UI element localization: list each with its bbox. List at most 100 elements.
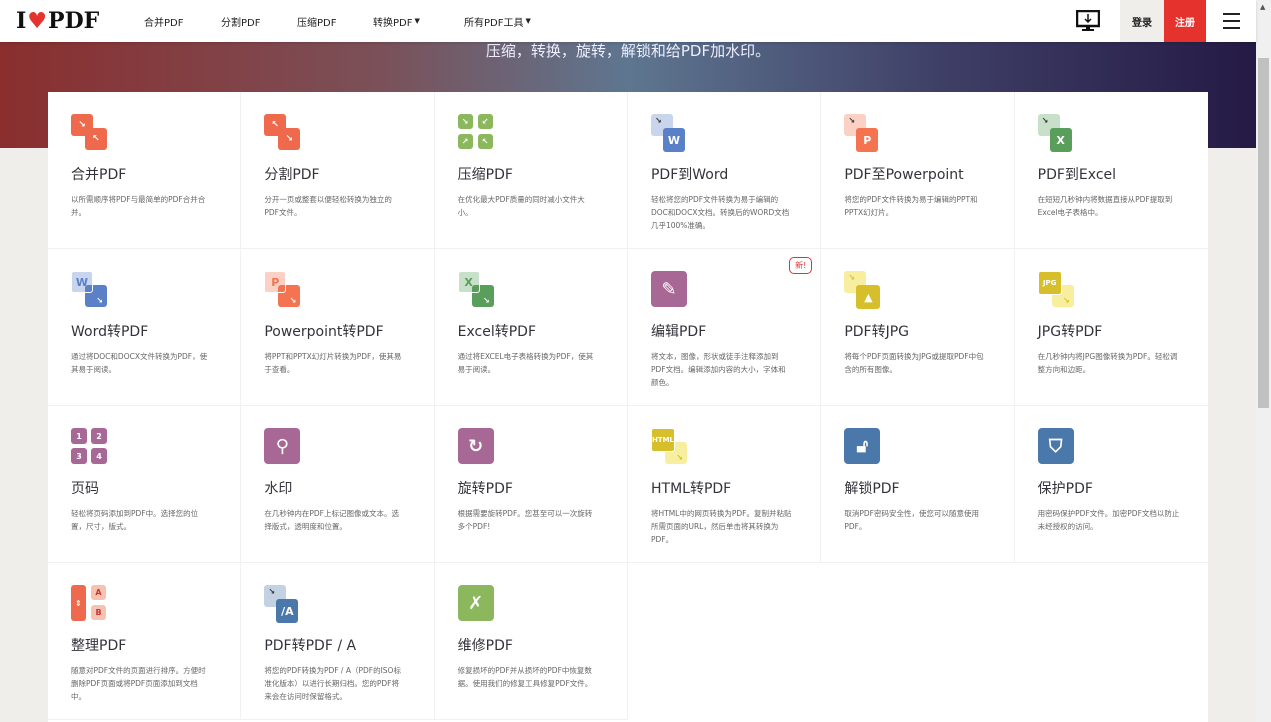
nav-convert-dropdown[interactable]: 转换PDF▼ (373, 0, 420, 42)
tool-title: 旋转PDF (458, 478, 605, 498)
tool-title: PDF到Word (651, 164, 798, 184)
tool-card[interactable]: ↘P PDF至Powerpoint 将您的PDF文件转换为易于编辑的PPT和PP… (821, 92, 1014, 249)
tool-card[interactable]: ↘HTML HTML转PDF 将HTML中的网页转换为PDF。复制并粘贴所需页面… (628, 406, 821, 563)
tool-description: 轻松将页码添加到PDF中。选择您的位置，尺寸，版式。 (71, 507, 218, 533)
pdfa-icon: ↘/A (264, 585, 300, 621)
tool-description: 通过将EXCEL电子表格转换为PDF，使其易于阅读。 (458, 350, 605, 376)
new-badge: 新! (789, 257, 812, 274)
tool-description: 在短短几秒钟内将数据直接从PDF提取到Excel电子表格中。 (1038, 193, 1186, 219)
tool-description: 根据需要旋转PDF。您甚至可以一次旋转多个PDF! (458, 507, 605, 533)
tool-card[interactable]: 🔓︎ 解锁PDF 取消PDF密码安全性，使您可以随意使用PDF。 (821, 406, 1014, 563)
excel-icon: ↘X (1038, 114, 1074, 150)
tool-title: Powerpoint转PDF (264, 321, 411, 341)
rotate-icon: ↻ (458, 428, 494, 464)
tool-title: 保护PDF (1038, 478, 1186, 498)
tool-description: 在几秒钟内在PDF上标记图像或文本。选择版式，透明度和位置。 (264, 507, 411, 533)
tool-card[interactable]: ↘W PDF到Word 轻松将您的PDF文件转换为易于编辑的DOC和DOCX文档… (628, 92, 821, 249)
ilovepdf-logo[interactable]: I♥PDF (16, 8, 99, 34)
html-icon: ↘HTML (651, 428, 687, 464)
tool-title: JPG转PDF (1038, 321, 1186, 341)
tool-title: Word转PDF (71, 321, 218, 341)
tool-card[interactable]: ↻ 旋转PDF 根据需要旋转PDF。您甚至可以一次旋转多个PDF! (435, 406, 628, 563)
nav-merge[interactable]: 合并PDF (144, 0, 183, 42)
tool-card[interactable]: 新! ✎ 编辑PDF 将文本，图像，形状或徒手注释添加到PDF文档。编辑添加内容… (628, 249, 821, 406)
tool-description: 将您的PDF文件转换为易于编辑的PPT和PPTX幻灯片。 (844, 193, 991, 219)
monitor-download-icon (1076, 10, 1100, 32)
nav-compress[interactable]: 压缩PDF (297, 0, 336, 42)
unlock-icon: 🔓︎ (844, 428, 880, 464)
tool-card[interactable]: ↘/A PDF转PDF / A 将您的PDF转换为PDF / A（PDF的ISO… (241, 563, 434, 720)
tool-description: 取消PDF密码安全性，使您可以随意使用PDF。 (844, 507, 991, 533)
organize-icon: ⇕AB (71, 585, 107, 621)
tool-title: 分割PDF (264, 164, 411, 184)
tool-description: 用密码保护PDF文件。加密PDF文档以防止未经授权的访问。 (1038, 507, 1186, 533)
tool-title: PDF到Excel (1038, 164, 1186, 184)
shield-icon: ⛉ (1038, 428, 1074, 464)
tool-title: 解锁PDF (844, 478, 991, 498)
tool-title: 页码 (71, 478, 218, 498)
tool-card[interactable]: ⇕AB 整理PDF 随意对PDF文件的页面进行排序。方便时删除PDF页面或将PD… (48, 563, 241, 720)
tool-description: 将文本，图像，形状或徒手注释添加到PDF文档。编辑添加内容的大小，字体和颜色。 (651, 350, 798, 389)
caret-down-icon: ▼ (525, 17, 530, 25)
powerpoint-icon: ↘P (844, 114, 880, 150)
caret-down-icon: ▼ (414, 17, 419, 25)
word-icon: ↘W (651, 114, 687, 150)
tool-card[interactable]: ↘X PDF到Excel 在短短几秒钟内将数据直接从PDF提取到Excel电子表… (1015, 92, 1208, 249)
compress-icon: ↘↙↗↖ (458, 114, 494, 150)
tool-description: 以所需顺序将PDF与最简单的PDF合并合并。 (71, 193, 218, 219)
tool-card[interactable]: ⚲ 水印 在几秒钟内在PDF上标记图像或文本。选择版式，透明度和位置。 (241, 406, 434, 563)
tool-card[interactable]: ↖↘ 分割PDF 分开一页或整套以便轻松转换为独立的PDF文件。 (241, 92, 434, 249)
top-header: I♥PDF 合并PDF 分割PDF 压缩PDF 转换PDF▼ 所有PDF工具▼ … (0, 0, 1256, 42)
hamburger-menu-icon[interactable] (1206, 0, 1256, 42)
signup-button[interactable]: 注册 (1164, 0, 1206, 42)
tool-card[interactable]: ↘↖ 合并PDF 以所需顺序将PDF与最简单的PDF合并合并。 (48, 92, 241, 249)
tool-description: 将HTML中的网页转换为PDF。复制并粘贴所需页面的URL，然后单击将其转换为P… (651, 507, 798, 546)
desktop-download-button[interactable] (1066, 0, 1110, 42)
tool-title: PDF转PDF / A (264, 635, 411, 655)
edit-icon: ✎ (651, 271, 687, 307)
tool-description: 修复损坏的PDF并从损坏的PDF中恢复数据。使用我们的修复工具修复PDF文件。 (458, 664, 605, 690)
tool-description: 分开一页或整套以便轻松转换为独立的PDF文件。 (264, 193, 411, 219)
tool-card[interactable]: ⛉ 保护PDF 用密码保护PDF文件。加密PDF文档以防止未经授权的访问。 (1015, 406, 1208, 563)
tool-description: 将PPT和PPTX幻灯片转换为PDF，使其易于查看。 (264, 350, 411, 376)
tool-card[interactable]: ↘JPG JPG转PDF 在几秒钟内将JPG图像转换为PDF。轻松调整方向和边距… (1015, 249, 1208, 406)
tool-title: 整理PDF (71, 635, 218, 655)
nav-split[interactable]: 分割PDF (221, 0, 260, 42)
tool-card[interactable]: ↘X Excel转PDF 通过将EXCEL电子表格转换为PDF，使其易于阅读。 (435, 249, 628, 406)
tool-title: 编辑PDF (651, 321, 798, 341)
tool-description: 在几秒钟内将JPG图像转换为PDF。轻松调整方向和边距。 (1038, 350, 1186, 376)
tool-card[interactable]: ↘▲ PDF转JPG 将每个PDF页面转换为JPG或提取PDF中包含的所有图像。 (821, 249, 1014, 406)
page-numbers-icon: 1234 (71, 428, 107, 464)
jpg-icon: ↘JPG (1038, 271, 1074, 307)
tool-title: Excel转PDF (458, 321, 605, 341)
tool-title: 合并PDF (71, 164, 218, 184)
tool-card[interactable]: ✗ 维修PDF 修复损坏的PDF并从损坏的PDF中恢复数据。使用我们的修复工具修… (435, 563, 628, 720)
tool-card[interactable]: 1234 页码 轻松将页码添加到PDF中。选择您的位置，尺寸，版式。 (48, 406, 241, 563)
nav-label: 压缩PDF (297, 14, 336, 29)
tool-description: 通过将DOC和DOCX文件转换为PDF，使其易于阅读。 (71, 350, 218, 376)
nav-label: 所有PDF工具 (464, 14, 523, 29)
tool-card[interactable]: ↘P Powerpoint转PDF 将PPT和PPTX幻灯片转换为PDF，使其易… (241, 249, 434, 406)
vertical-scrollbar[interactable]: ▲ (1256, 0, 1271, 722)
merge-icon: ↘↖ (71, 114, 107, 150)
tool-description: 随意对PDF文件的页面进行排序。方便时删除PDF页面或将PDF页面添加到文档中。 (71, 664, 218, 703)
login-button[interactable]: 登录 (1120, 0, 1164, 42)
scroll-up-icon[interactable]: ▲ (1260, 3, 1265, 11)
tool-title: 水印 (264, 478, 411, 498)
excel-to-pdf-icon: ↘X (458, 271, 494, 307)
tool-description: 将每个PDF页面转换为JPG或提取PDF中包含的所有图像。 (844, 350, 991, 376)
tool-description: 轻松将您的PDF文件转换为易于编辑的DOC和DOCX文档。转换后的WORD文档几… (651, 193, 798, 232)
nav-label: 分割PDF (221, 14, 260, 29)
stamp-icon: ⚲ (264, 428, 300, 464)
tool-card[interactable]: ↘↙↗↖ 压缩PDF 在优化最大PDF质量的同时减小文件大小。 (435, 92, 628, 249)
tool-card[interactable]: ↘W Word转PDF 通过将DOC和DOCX文件转换为PDF，使其易于阅读。 (48, 249, 241, 406)
nav-label: 转换PDF (373, 14, 412, 29)
word-to-pdf-icon: ↘W (71, 271, 107, 307)
tool-description: 将您的PDF转换为PDF / A（PDF的ISO标准化版本）以进行长期归档。您的… (264, 664, 411, 703)
repair-icon: ✗ (458, 585, 494, 621)
hero-subtitle: 压缩，转换，旋转，解锁和给PDF加水印。 (0, 40, 1256, 61)
nav-all-tools-dropdown[interactable]: 所有PDF工具▼ (464, 0, 531, 42)
image-icon: ↘▲ (844, 271, 880, 307)
tools-grid: ↘↖ 合并PDF 以所需顺序将PDF与最简单的PDF合并合并。 ↖↘ 分割PDF… (48, 92, 1208, 722)
scrollbar-thumb[interactable] (1258, 58, 1269, 408)
